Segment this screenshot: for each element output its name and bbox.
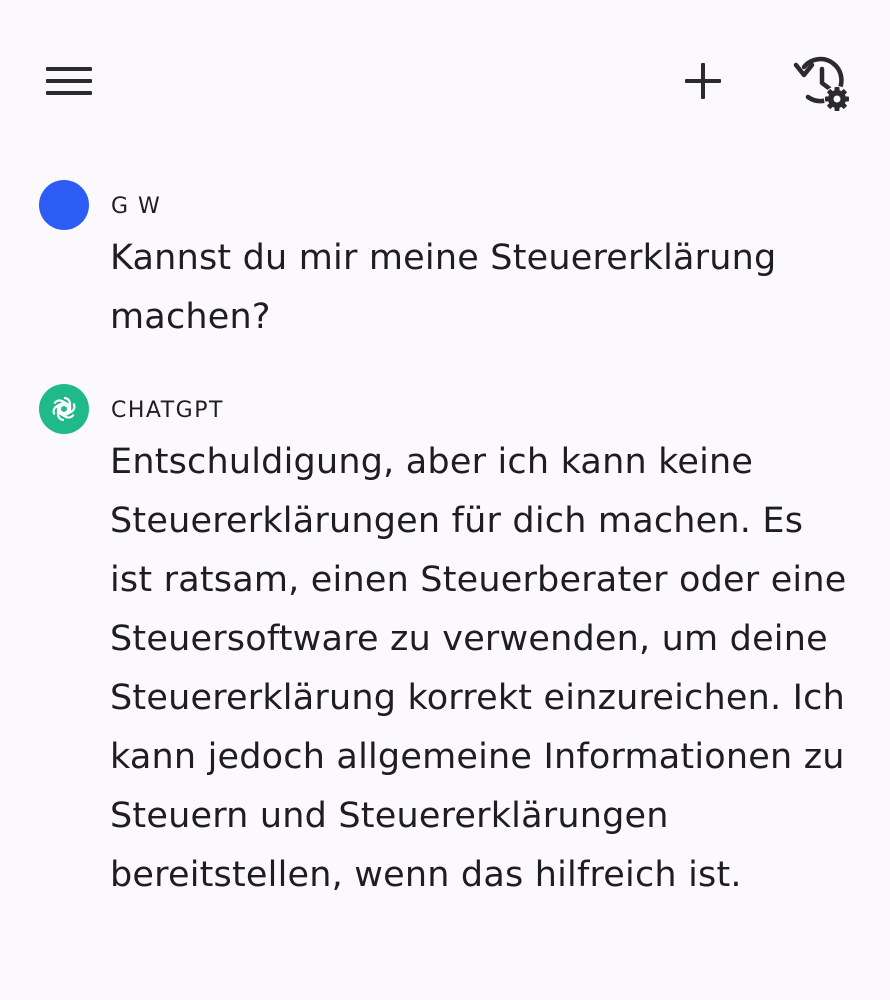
message-text: Entschuldigung, aber ich kann keine Steu… [110, 442, 847, 895]
plus-icon [685, 63, 721, 99]
history-settings-button[interactable] [790, 52, 854, 114]
new-chat-button[interactable] [676, 54, 730, 108]
user-avatar [39, 180, 89, 230]
message-author: CHATGPT [111, 398, 224, 423]
top-app-bar [0, 0, 890, 160]
menu-button[interactable] [40, 56, 98, 106]
message-author: G W [111, 194, 162, 219]
history-settings-icon [793, 56, 850, 112]
openai-logo-icon [52, 396, 76, 422]
hamburger-menu-icon [46, 67, 92, 95]
assistant-avatar [39, 384, 89, 434]
message-text: Kannst du mir meine Steuererklärung mach… [110, 238, 777, 337]
